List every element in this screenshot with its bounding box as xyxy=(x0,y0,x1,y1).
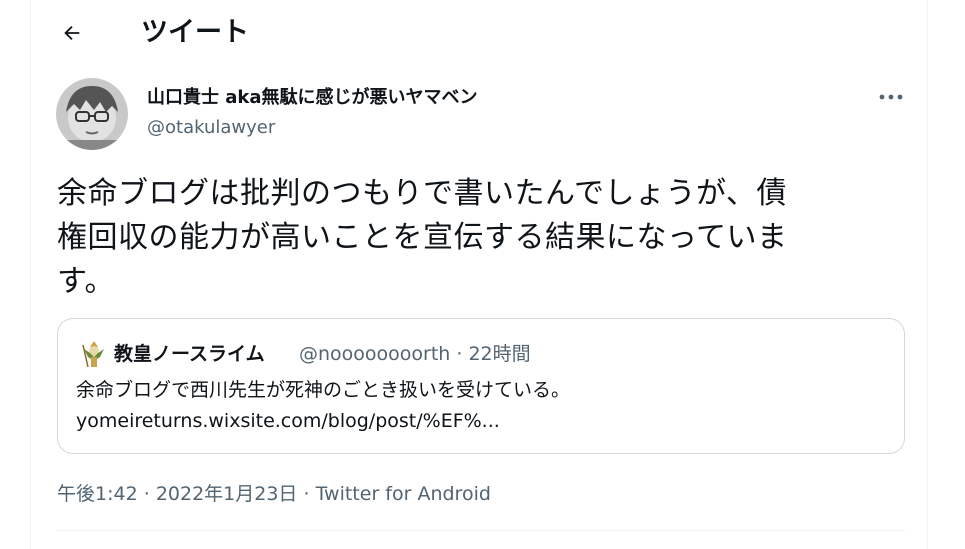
meta-separator: · xyxy=(303,483,310,505)
tweet-text: 余命ブログは批判のつもりで書いたんでしょうが、債 権回収の能力が高いことを宣伝す… xyxy=(57,172,907,304)
arrow-left-icon xyxy=(64,25,80,41)
avatar[interactable] xyxy=(56,78,128,150)
meta-separator: · xyxy=(143,483,150,505)
quote-handle-time[interactable]: @noooooooorth · 22時間 xyxy=(299,341,531,367)
back-button[interactable] xyxy=(55,16,89,50)
more-button[interactable] xyxy=(871,84,911,110)
quote-text-line: 余命ブログで西川先生が死神のごとき扱いを受けている。 xyxy=(76,379,571,401)
avatar-image xyxy=(56,78,128,150)
tweet-date[interactable]: 2022年1月23日 xyxy=(156,483,298,505)
tweet-header: ツイート xyxy=(31,0,927,68)
quote-avatar[interactable] xyxy=(80,339,108,369)
quote-text: 余命ブログで西川先生が死神のごとき扱いを受けている。 yomeireturns.… xyxy=(76,375,876,437)
more-horizontal-icon xyxy=(879,94,903,100)
quote-avatar-image xyxy=(82,341,104,368)
tweet-text-line: す。 xyxy=(57,264,115,299)
display-name[interactable]: 山口貴士 aka無駄に感じが悪いヤマベン xyxy=(147,86,478,110)
tweet-source[interactable]: Twitter for Android xyxy=(316,483,491,505)
quote-link[interactable]: yomeireturns.wixsite.com/blog/post/%EF%.… xyxy=(76,406,876,437)
tweet-time[interactable]: 午後1:42 xyxy=(57,483,138,505)
page-title: ツイート xyxy=(141,17,249,48)
divider xyxy=(57,530,905,531)
tweet-column: ツイート 山口貴士 aka無駄に感じが悪いヤマベン @otakulawyer 余… xyxy=(30,0,928,549)
user-handle[interactable]: @otakulawyer xyxy=(147,116,275,140)
tweet-meta: 午後1:42 · 2022年1月23日 · Twitter for Androi… xyxy=(57,480,491,508)
quote-display-name[interactable]: 教皇ノースライム xyxy=(114,341,265,367)
tweet-text-line: 権回収の能力が高いことを宣伝する結果になっていま xyxy=(57,220,788,255)
quote-tweet-card[interactable]: 教皇ノースライム @noooooooorth · 22時間 余命ブログで西川先生… xyxy=(57,318,905,454)
tweet-text-line: 余命ブログは批判のつもりで書いたんでしょうが、債 xyxy=(57,176,787,211)
